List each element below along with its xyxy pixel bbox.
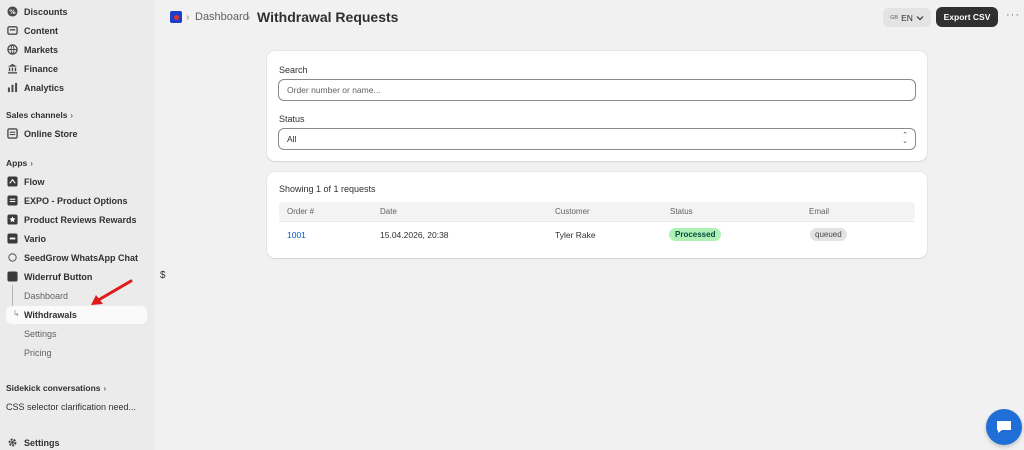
chart-icon xyxy=(6,82,18,94)
chevron-right-icon: › xyxy=(30,158,33,168)
annotation-arrow xyxy=(91,279,133,305)
sidebar-subitem-pricing[interactable]: Pricing xyxy=(24,348,52,358)
status-label: Status xyxy=(279,114,305,124)
flag-icon: GB xyxy=(890,14,899,21)
chevron-right-icon: › xyxy=(70,110,74,120)
sidebar-item-label: Settings xyxy=(24,437,60,448)
globe-icon xyxy=(6,44,18,56)
language-selector[interactable]: GB EN xyxy=(883,8,931,27)
sidebar-app-flow[interactable]: Flow xyxy=(6,174,45,189)
chevron-right-icon: › xyxy=(103,383,107,393)
sidebar-item-label: Vario xyxy=(24,233,47,244)
sidebar-item-label: Discounts xyxy=(24,6,68,17)
sidebar-item-label: Product Reviews Rewards xyxy=(24,214,137,225)
sidebar-item-label: Finance xyxy=(24,63,59,74)
sidebar: % Discounts Content Markets Finance Anal… xyxy=(0,0,155,450)
svg-text:%: % xyxy=(9,8,16,16)
reviews-app-icon xyxy=(6,214,18,226)
column-header-customer: Customer xyxy=(555,207,590,216)
search-label: Search xyxy=(279,65,308,75)
table-row[interactable]: 1001 15.04.2026, 20:38 Tyler Rake Proces… xyxy=(279,221,915,247)
sales-channels-label: Sales channels xyxy=(6,110,68,120)
status-select[interactable]: All ⌃ ⌄ xyxy=(278,128,916,150)
page-title: Withdrawal Requests xyxy=(257,9,399,25)
sidebar-app-product-reviews[interactable]: Product Reviews Rewards xyxy=(6,212,137,227)
sidebar-item-label: Flow xyxy=(24,176,45,187)
sidebar-subitem-settings[interactable]: Settings xyxy=(24,329,57,339)
results-count: Showing 1 of 1 requests xyxy=(279,184,376,194)
page-header: › Dashboard › Withdrawal Requests GB EN … xyxy=(155,0,1024,36)
gear-icon xyxy=(6,437,18,449)
chat-icon xyxy=(997,421,1011,433)
chat-button[interactable] xyxy=(986,409,1022,445)
sidebar-item-label: Content xyxy=(24,25,58,36)
sidebar-app-widerruf[interactable]: Widerruf Button xyxy=(6,269,92,284)
stray-dollar-text: $ xyxy=(160,270,166,281)
sales-channels-heading[interactable]: Sales channels › xyxy=(6,110,73,120)
status-select-value: All xyxy=(287,134,297,144)
results-card: Showing 1 of 1 requests Order # Date Cus… xyxy=(267,172,927,258)
cell-date: 15.04.2026, 20:38 xyxy=(380,230,449,240)
sidebar-item-online-store[interactable]: Online Store xyxy=(6,126,78,141)
sidekick-label: Sidekick conversations xyxy=(6,383,101,393)
widerruf-app-icon xyxy=(6,271,18,283)
more-actions-button[interactable]: ··· xyxy=(1006,9,1020,21)
sidebar-app-seedgrow[interactable]: SeedGrow WhatsApp Chat xyxy=(6,250,138,265)
search-input[interactable]: Order number or name... xyxy=(278,79,916,101)
order-link[interactable]: 1001 xyxy=(287,230,306,240)
apps-label: Apps xyxy=(6,158,28,168)
breadcrumb[interactable]: Dashboard xyxy=(195,11,249,23)
export-csv-button[interactable]: Export CSV xyxy=(936,7,998,27)
cell-customer: Tyler Rake xyxy=(555,230,596,240)
sidebar-item-analytics[interactable]: Analytics xyxy=(6,80,64,95)
sidekick-heading[interactable]: Sidekick conversations › xyxy=(6,383,106,393)
status-badge: Processed xyxy=(669,228,722,241)
tree-branch-icon: ↳ xyxy=(13,309,20,318)
sidebar-item-content[interactable]: Content xyxy=(6,23,58,38)
sidebar-item-markets[interactable]: Markets xyxy=(6,42,58,57)
sidebar-item-label: Markets xyxy=(24,44,59,55)
sidebar-item-label: Online Store xyxy=(24,128,78,139)
circle-outline-icon xyxy=(6,252,18,264)
column-header-status: Status xyxy=(670,207,693,216)
sidebar-item-discounts[interactable]: % Discounts xyxy=(6,4,68,19)
app-logo-icon[interactable] xyxy=(170,11,182,23)
bank-icon xyxy=(6,63,18,75)
sidebar-app-vario[interactable]: Vario xyxy=(6,231,46,246)
chevron-down-icon xyxy=(916,15,924,20)
chevron-right-icon: › xyxy=(186,12,190,23)
store-icon xyxy=(6,128,18,140)
sidebar-item-label: Analytics xyxy=(24,82,65,93)
sidebar-app-expo[interactable]: EXPO - Product Options xyxy=(6,193,128,208)
apps-heading[interactable]: Apps › xyxy=(6,158,33,168)
expo-app-icon xyxy=(6,195,18,207)
table-header: Order # Date Customer Status Email xyxy=(279,202,915,221)
vario-app-icon xyxy=(6,233,18,245)
chevron-right-icon: › xyxy=(247,12,251,23)
language-label: EN xyxy=(901,12,913,23)
discount-icon: % xyxy=(6,6,18,18)
select-updown-icon: ⌃ ⌄ xyxy=(902,132,908,145)
sidebar-subitem-dashboard[interactable]: Dashboard xyxy=(24,291,68,301)
sidebar-item-finance[interactable]: Finance xyxy=(6,61,58,76)
flow-app-icon xyxy=(6,176,18,188)
column-header-date: Date xyxy=(380,207,397,216)
sidebar-item-label: EXPO - Product Options xyxy=(24,195,128,206)
sidebar-item-label: SeedGrow WhatsApp Chat xyxy=(24,252,139,263)
sidekick-conversation-item[interactable]: CSS selector clarification need... xyxy=(6,402,136,412)
email-status-badge: queued xyxy=(810,228,847,241)
sidebar-item-label: Widerruf Button xyxy=(24,271,93,282)
sidebar-item-settings[interactable]: Settings xyxy=(6,435,60,450)
column-header-email: Email xyxy=(809,207,830,216)
filter-card: Search Order number or name... Status Al… xyxy=(267,51,927,161)
column-header-order: Order # xyxy=(287,207,315,216)
content-icon xyxy=(6,25,18,37)
sidebar-subitem-withdrawals[interactable]: Withdrawals xyxy=(24,310,77,320)
